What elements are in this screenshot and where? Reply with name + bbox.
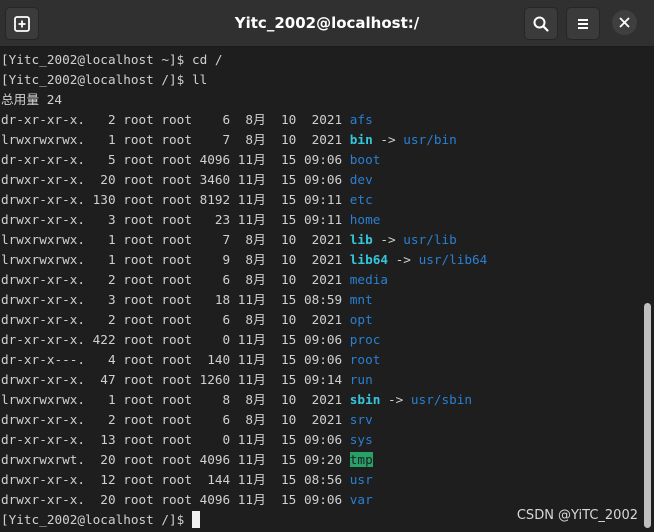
entry-name: srv xyxy=(349,412,373,427)
entry-attributes: drwxr-xr-x. 20 root root 4096 11月 15 09:… xyxy=(1,492,350,507)
link-target: usr/bin xyxy=(403,132,457,147)
entry-name: mnt xyxy=(349,292,373,307)
entry-name: lib64 xyxy=(349,252,388,267)
entry-attributes: drwxr-xr-x. 2 root root 6 8月 10 2021 xyxy=(1,412,350,427)
entry-name: media xyxy=(349,272,388,287)
listing-row: drwxrwxrwt. 20 root root 4096 11月 15 09:… xyxy=(0,450,640,470)
close-button[interactable] xyxy=(608,7,642,40)
menu-button[interactable] xyxy=(566,7,600,40)
entry-attributes: lrwxrwxrwx. 1 root root 8 8月 10 2021 xyxy=(1,392,350,407)
command-line: [Yitc_2002@localhost /]$ ll xyxy=(1,72,208,87)
entry-name: afs xyxy=(349,112,373,127)
watermark: CSDN @YiTC_2002 xyxy=(516,508,638,523)
title-bar: Yitc_2002@localhost:/ xyxy=(0,0,654,47)
entry-attributes: dr-xr-xr-x. 2 root root 6 8月 10 2021 xyxy=(1,112,350,127)
entry-attributes: drwxr-xr-x. 2 root root 6 8月 10 2021 xyxy=(1,312,350,327)
terminal-window: Yitc_2002@localhost:/ [Yitc_2002@localho… xyxy=(0,0,654,532)
new-tab-button[interactable] xyxy=(5,7,39,40)
entry-name: sbin xyxy=(349,392,381,407)
entry-attributes: lrwxrwxrwx. 1 root root 7 8月 10 2021 xyxy=(1,132,350,147)
listing-row: drwxr-xr-x. 47 root root 1260 11月 15 09:… xyxy=(0,370,640,390)
close-icon xyxy=(619,17,630,28)
listing-row: dr-xr-xr-x. 13 root root 0 11月 15 09:06 … xyxy=(0,430,640,450)
link-arrow: -> xyxy=(372,132,404,147)
entry-attributes: drwxr-xr-x. 2 root root 6 8月 10 2021 xyxy=(1,272,350,287)
link-arrow: -> xyxy=(388,252,419,267)
listing-row: lrwxrwxrwx. 1 root root 7 8月 10 2021 lib… xyxy=(0,230,640,250)
hamburger-menu-icon xyxy=(578,19,588,29)
total-line: 总用量 24 xyxy=(1,92,62,107)
entry-name: var xyxy=(349,492,373,507)
listing-row: drwxr-xr-x. 130 root root 8192 11月 15 09… xyxy=(0,190,640,210)
entry-attributes: drwxr-xr-x. 12 root root 144 11月 15 08:5… xyxy=(1,472,350,487)
terminal-output[interactable]: [Yitc_2002@localhost ~]$ cd / [Yitc_2002… xyxy=(0,47,640,532)
search-icon xyxy=(533,16,549,32)
text-cursor xyxy=(191,511,200,528)
listing-row: drwxr-xr-x. 2 root root 6 8月 10 2021 med… xyxy=(0,270,640,290)
link-arrow: -> xyxy=(372,232,404,247)
link-target: usr/sbin xyxy=(410,392,473,407)
entry-attributes: dr-xr-x---. 4 root root 140 11月 15 09:06 xyxy=(1,352,350,367)
entry-name: sys xyxy=(349,432,373,447)
listing-row: dr-xr-xr-x. 422 root root 0 11月 15 09:06… xyxy=(0,330,640,350)
listing-row: drwxr-xr-x. 2 root root 6 8月 10 2021 srv xyxy=(0,410,640,430)
listing-row: lrwxrwxrwx. 1 root root 8 8月 10 2021 sbi… xyxy=(0,390,640,410)
listing-row: dr-xr-x---. 4 root root 140 11月 15 09:06… xyxy=(0,350,640,370)
listing-row: drwxr-xr-x. 2 root root 6 8月 10 2021 opt xyxy=(0,310,640,330)
entry-name: proc xyxy=(349,332,381,347)
entry-attributes: drwxr-xr-x. 47 root root 1260 11月 15 09:… xyxy=(1,372,350,387)
window-title: Yitc_2002@localhost:/ xyxy=(234,14,420,32)
link-target: usr/lib64 xyxy=(418,252,488,267)
listing-row: drwxr-xr-x. 3 root root 23 11月 15 09:11 … xyxy=(0,210,640,230)
listing-row: dr-xr-xr-x. 2 root root 6 8月 10 2021 afs xyxy=(0,110,640,130)
listing-row: drwxr-xr-x. 20 root root 4096 11月 15 09:… xyxy=(0,490,640,510)
entry-attributes: drwxr-xr-x. 130 root root 8192 11月 15 09… xyxy=(1,192,350,207)
entry-attributes: lrwxrwxrwx. 1 root root 7 8月 10 2021 xyxy=(1,232,350,247)
entry-name: lib xyxy=(349,232,373,247)
new-tab-icon xyxy=(14,16,30,32)
listing-row: drwxr-xr-x. 20 root root 3460 11月 15 09:… xyxy=(0,170,640,190)
entry-name: root xyxy=(349,352,381,367)
entry-name: bin xyxy=(349,132,373,147)
listing-row: lrwxrwxrwx. 1 root root 9 8月 10 2021 lib… xyxy=(0,250,640,270)
entry-name: dev xyxy=(349,172,373,187)
listing-row: lrwxrwxrwx. 1 root root 7 8月 10 2021 bin… xyxy=(0,130,640,150)
scrollbar-thumb[interactable] xyxy=(644,303,651,528)
listing-row: drwxr-xr-x. 3 root root 18 11月 15 08:59 … xyxy=(0,290,640,310)
entry-name: home xyxy=(349,212,381,227)
entry-attributes: dr-xr-xr-x. 422 root root 0 11月 15 09:06 xyxy=(1,332,350,347)
directory-listing: dr-xr-xr-x. 2 root root 6 8月 10 2021 afs… xyxy=(0,110,640,510)
entry-name: opt xyxy=(349,312,373,327)
link-target: usr/lib xyxy=(403,232,457,247)
entry-attributes: drwxrwxrwt. 20 root root 4096 11月 15 09:… xyxy=(1,452,350,467)
scrollbar[interactable] xyxy=(641,47,654,532)
entry-name: tmp xyxy=(349,452,373,467)
entry-attributes: drwxr-xr-x. 20 root root 3460 11月 15 09:… xyxy=(1,172,350,187)
listing-row: drwxr-xr-x. 12 root root 144 11月 15 08:5… xyxy=(0,470,640,490)
listing-row: dr-xr-xr-x. 5 root root 4096 11月 15 09:0… xyxy=(0,150,640,170)
entry-attributes: lrwxrwxrwx. 1 root root 9 8月 10 2021 xyxy=(1,252,350,267)
command-line: [Yitc_2002@localhost ~]$ cd / xyxy=(1,52,223,67)
entry-attributes: dr-xr-xr-x. 13 root root 0 11月 15 09:06 xyxy=(1,432,350,447)
entry-attributes: drwxr-xr-x. 3 root root 18 11月 15 08:59 xyxy=(1,292,350,307)
entry-name: boot xyxy=(349,152,381,167)
entry-attributes: dr-xr-xr-x. 5 root root 4096 11月 15 09:0… xyxy=(1,152,350,167)
entry-name: run xyxy=(349,372,373,387)
link-arrow: -> xyxy=(380,392,411,407)
search-button[interactable] xyxy=(524,7,558,40)
prompt-text: [Yitc_2002@localhost /]$ xyxy=(1,512,192,527)
entry-attributes: drwxr-xr-x. 3 root root 23 11月 15 09:11 xyxy=(1,212,350,227)
entry-name: usr xyxy=(349,472,373,487)
entry-name: etc xyxy=(349,192,373,207)
